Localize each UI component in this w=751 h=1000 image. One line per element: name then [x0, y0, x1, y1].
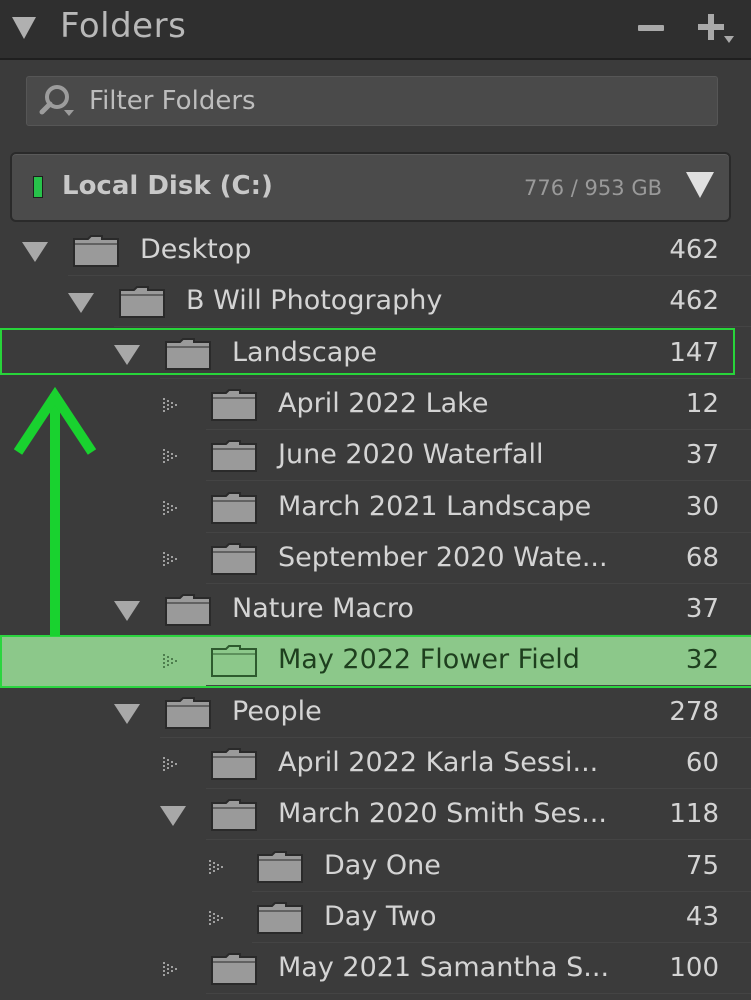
- add-folder-button[interactable]: [692, 6, 742, 50]
- up-arrow-annotation: [14, 386, 96, 636]
- panel-header: Folders: [0, 0, 751, 60]
- folder-name: June 2020 Waterfall: [278, 439, 544, 470]
- folder-row[interactable]: June 2020 Waterfall 37: [0, 430, 751, 481]
- collapsed-arrow-icon[interactable]: [162, 653, 184, 669]
- folder-icon: [165, 594, 211, 626]
- collapsed-arrow-icon[interactable]: [208, 859, 230, 875]
- folder-icon: [211, 543, 257, 575]
- folder-icon: [257, 902, 303, 934]
- folder-row[interactable]: March 2020 Smith Ses... 118: [0, 789, 751, 840]
- panel-title: Folders: [60, 6, 187, 46]
- filter-placeholder: Filter Folders: [89, 86, 256, 116]
- folder-row[interactable]: Nature Macro 37: [0, 584, 751, 635]
- row-divider: [114, 326, 751, 327]
- folder-icon: [73, 235, 119, 267]
- folder-row[interactable]: May 2022 Flower Field 32: [0, 635, 751, 688]
- row-divider: [206, 839, 751, 840]
- folder-row[interactable]: People 278: [0, 687, 751, 738]
- filter-folders-input[interactable]: Filter Folders: [26, 76, 718, 126]
- folder-name: May 2021 Samantha S...: [278, 952, 610, 983]
- disk-status-indicator: [33, 176, 43, 198]
- disk-header[interactable]: Local Disk (C:) 776 / 953 GB: [10, 152, 731, 222]
- collapsed-arrow-icon[interactable]: [208, 910, 230, 926]
- photo-count: 462: [669, 286, 719, 316]
- photo-count: 100: [669, 953, 719, 983]
- row-divider: [206, 685, 751, 686]
- collapsed-arrow-icon[interactable]: [162, 551, 184, 567]
- folder-name: March 2020 Smith Ses...: [278, 798, 607, 829]
- photo-count: 118: [669, 799, 719, 829]
- photo-count: 12: [685, 389, 719, 419]
- folder-row[interactable]: May 2021 Samantha S... 100: [0, 943, 751, 994]
- folder-icon: [257, 851, 303, 883]
- expanded-triangle-icon[interactable]: [22, 242, 48, 262]
- folder-icon: [211, 492, 257, 524]
- photo-count: 37: [685, 594, 719, 624]
- photo-count: 68: [685, 543, 719, 573]
- collapsed-arrow-icon[interactable]: [162, 448, 184, 464]
- folder-row[interactable]: B Will Photography 462: [0, 276, 751, 327]
- disk-menu-icon[interactable]: [686, 172, 714, 198]
- folder-icon: [211, 748, 257, 780]
- folder-icon: [211, 953, 257, 985]
- collapsed-arrow-icon[interactable]: [162, 756, 184, 772]
- row-divider: [206, 480, 751, 481]
- expanded-triangle-icon[interactable]: [114, 704, 140, 724]
- photo-count: 278: [669, 697, 719, 727]
- folder-name: March 2021 Landscape: [278, 491, 592, 522]
- folder-name: May 2022 Flower Field: [278, 644, 580, 675]
- expanded-triangle-icon[interactable]: [114, 601, 140, 621]
- disk-name: Local Disk (C:): [62, 171, 273, 201]
- folder-name: April 2022 Lake: [278, 388, 489, 419]
- collapsed-arrow-icon[interactable]: [162, 397, 184, 413]
- remove-folder-button[interactable]: [636, 20, 668, 38]
- folder-icon: [211, 389, 257, 421]
- folder-row[interactable]: March 2021 Landscape 30: [0, 482, 751, 533]
- collapsed-arrow-icon[interactable]: [162, 500, 184, 516]
- folder-name: April 2022 Karla Sessi...: [278, 747, 599, 778]
- folder-name: Desktop: [140, 234, 252, 265]
- folder-name: B Will Photography: [186, 285, 443, 316]
- folder-row[interactable]: Desktop 462: [0, 225, 751, 276]
- dropdown-arrow-icon: [724, 36, 734, 43]
- folder-icon: [119, 286, 165, 318]
- search-icon: [39, 85, 74, 116]
- folder-name: Day Two: [324, 901, 437, 932]
- photo-count: 462: [669, 235, 719, 265]
- folder-name: September 2020 Wate...: [278, 542, 608, 573]
- disk-usage: 776 / 953 GB: [524, 176, 662, 200]
- expanded-triangle-icon[interactable]: [160, 806, 186, 826]
- row-divider: [206, 993, 751, 994]
- photo-count: 43: [685, 902, 719, 932]
- folder-row[interactable]: April 2022 Lake 12: [0, 379, 751, 430]
- folder-row[interactable]: April 2022 Karla Sessi... 60: [0, 738, 751, 789]
- folder-row[interactable]: September 2020 Wate... 68: [0, 533, 751, 584]
- photo-count: 37: [685, 440, 719, 470]
- folder-icon: [165, 697, 211, 729]
- photo-count: 60: [685, 748, 719, 778]
- folder-name: Day One: [324, 850, 441, 881]
- photo-count: 75: [685, 851, 719, 881]
- photo-count: 32: [685, 645, 719, 675]
- folder-row[interactable]: Day One 75: [0, 841, 751, 892]
- folder-name: Nature Macro: [232, 593, 414, 624]
- target-folder-highlight: [0, 328, 735, 375]
- folder-icon: [211, 799, 257, 831]
- photo-count: 30: [685, 492, 719, 522]
- folder-icon: [211, 440, 257, 472]
- expanded-triangle-icon[interactable]: [68, 293, 94, 313]
- collapse-panel-icon[interactable]: [12, 17, 36, 39]
- folder-name: People: [232, 696, 322, 727]
- collapsed-arrow-icon[interactable]: [162, 961, 184, 977]
- folder-row[interactable]: Day Two 43: [0, 892, 751, 943]
- folder-icon: [211, 645, 257, 677]
